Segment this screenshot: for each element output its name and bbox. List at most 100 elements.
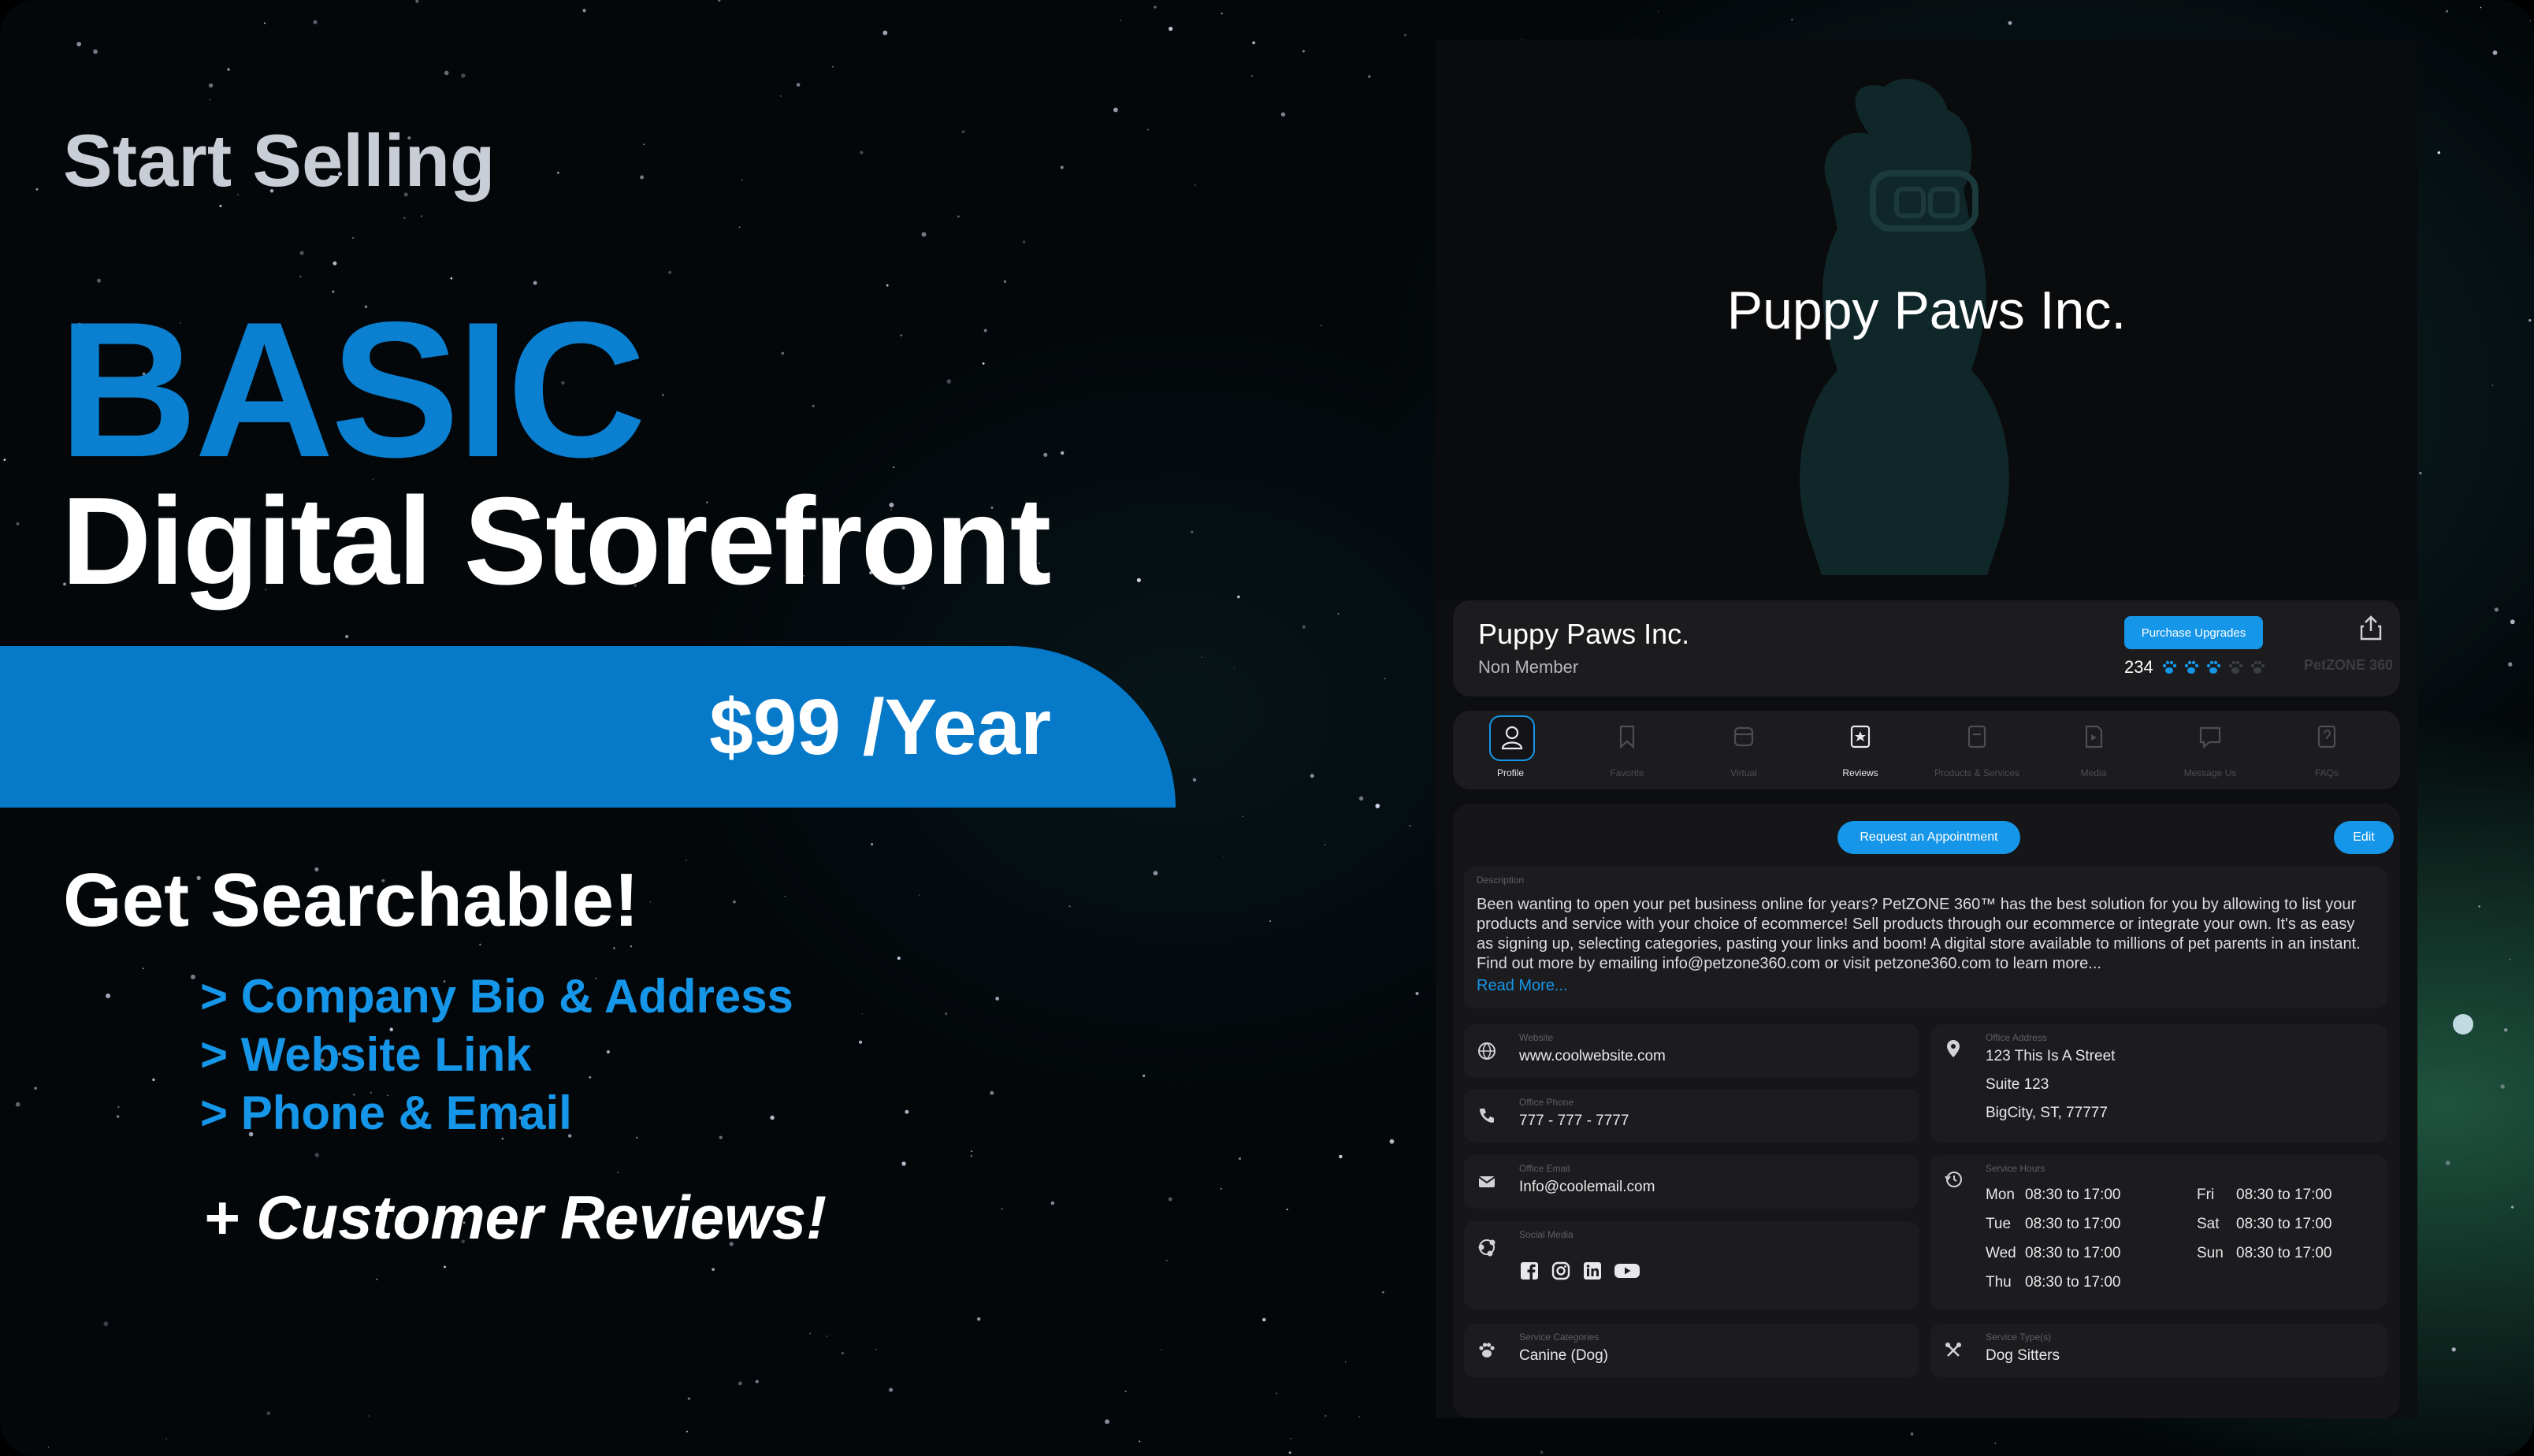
- phone-icon: [1480, 1109, 1494, 1123]
- hours-day: Sat: [2197, 1216, 2220, 1232]
- categories-value: Canine (Dog): [1519, 1347, 1608, 1364]
- searchable-heading: Get Searchable!: [63, 858, 639, 942]
- hours-time: 08:30 to 17:00: [2025, 1245, 2121, 1261]
- email-value[interactable]: Info@coolemail.com: [1519, 1179, 1655, 1196]
- facebook-icon[interactable]: [1519, 1261, 1540, 1281]
- hours-day: Sun: [2197, 1245, 2224, 1261]
- product-heading: Digital Storefront: [61, 472, 1051, 611]
- edit-button[interactable]: Edit: [2334, 821, 2394, 854]
- hours-time: 08:30 to 17:00: [2025, 1216, 2121, 1232]
- phone-label: Office Phone: [1519, 1097, 1574, 1108]
- email-label: Office Email: [1519, 1163, 1570, 1174]
- review-count: 234: [2124, 657, 2153, 677]
- faq-icon: [2317, 725, 2336, 748]
- categories-label: Service Categories: [1519, 1332, 1600, 1343]
- address-line-1: 123 This Is A Street: [1986, 1048, 2116, 1064]
- social-media-field: Social Media: [1464, 1221, 1919, 1309]
- address-line-2: Suite 123: [1986, 1076, 2049, 1093]
- tab-media[interactable]: Media: [2042, 717, 2145, 783]
- description-label: Description: [1477, 875, 1525, 886]
- website-label: Website: [1519, 1032, 1554, 1043]
- hero-banner: Puppy Paws Inc.: [1436, 39, 2417, 599]
- service-hours-field: Service Hours Mon 08:30 to 17:00 Tue 08:…: [1930, 1155, 2387, 1309]
- linkedin-icon[interactable]: [1582, 1261, 1603, 1281]
- description-panel: Description Been wanting to open your pe…: [1464, 867, 2387, 1008]
- feature-item: > Company Bio & Address: [200, 970, 793, 1023]
- store-icon: [1967, 725, 1986, 748]
- membership-status: Non Member: [1478, 657, 1579, 677]
- service-types-field: Service Type(s) Dog Sitters: [1930, 1324, 2387, 1377]
- read-more-link[interactable]: Read More...: [1477, 977, 1568, 995]
- profile-details: Request an Appointment Edit Description …: [1453, 804, 2400, 1418]
- office-address-field: Office Address 123 This Is A Street Suit…: [1930, 1024, 2387, 1142]
- hours-time: 08:30 to 17:00: [2236, 1216, 2332, 1232]
- request-appointment-button[interactable]: Request an Appointment: [1837, 821, 2020, 854]
- location-pin-icon: [1947, 1040, 1960, 1057]
- tab-faqs[interactable]: FAQs: [2276, 717, 2378, 783]
- mail-icon: [1478, 1176, 1496, 1187]
- person-icon: [1489, 715, 1535, 761]
- purchase-upgrades-button[interactable]: Purchase Upgrades: [2124, 616, 2263, 649]
- globe-icon: [1478, 1042, 1496, 1060]
- tab-virtual[interactable]: Virtual: [1692, 717, 1795, 783]
- tab-message-us[interactable]: Message Us: [2159, 717, 2261, 783]
- reviews-callout: + Customer Reviews!: [203, 1183, 827, 1252]
- hours-label: Service Hours: [1986, 1163, 2045, 1174]
- vr-icon: [1733, 726, 1754, 747]
- phone-field: Office Phone 777 - 777 - 7777: [1464, 1089, 1919, 1142]
- address-line-3: BigCity, ST, 77777: [1986, 1105, 2108, 1121]
- phone-value[interactable]: 777 - 777 - 7777: [1519, 1112, 1629, 1130]
- rating-paw-icon: [2250, 660, 2265, 674]
- tab-products-services[interactable]: Products & Services: [1926, 717, 2028, 783]
- tab-profile[interactable]: Profile: [1459, 715, 1562, 783]
- hours-day: Thu: [1986, 1274, 2012, 1291]
- clock-history-icon: [1945, 1172, 1962, 1187]
- star-note-icon: [1850, 725, 1871, 748]
- tab-label: Products & Services: [1934, 767, 2020, 778]
- social-label: Social Media: [1519, 1229, 1574, 1240]
- instagram-icon[interactable]: [1551, 1261, 1571, 1281]
- types-value: Dog Sitters: [1986, 1347, 2060, 1364]
- promo-banner: Start Selling BASIC Digital Storefront $…: [0, 0, 2534, 1456]
- share-network-icon: [1478, 1239, 1496, 1257]
- email-field: Office Email Info@coolemail.com: [1464, 1155, 1919, 1209]
- rating-paw-icon: [2162, 660, 2177, 674]
- tab-label: FAQs: [2314, 767, 2339, 778]
- hero-title: Puppy Paws Inc.: [1726, 280, 2127, 340]
- feature-list: > Company Bio & Address > Website Link >…: [200, 968, 793, 1142]
- paw-icon: [1479, 1343, 1495, 1358]
- tab-reviews[interactable]: Reviews: [1809, 717, 1912, 783]
- rating-paw-icon: [2206, 660, 2221, 674]
- address-label: Office Address: [1986, 1032, 2047, 1043]
- profile-tabs: Profile Favorite Virtual Reviews Product…: [1453, 711, 2400, 789]
- rating-paw-icon: [2228, 660, 2243, 674]
- hours-time: 08:30 to 17:00: [2236, 1187, 2332, 1203]
- feature-item: > Website Link: [200, 1028, 532, 1081]
- price-band: $99 /Year: [0, 646, 1176, 808]
- share-icon[interactable]: [2359, 615, 2383, 641]
- business-name: Puppy Paws Inc.: [1478, 618, 1690, 650]
- rating-paws: [2162, 660, 2265, 674]
- tab-favorite[interactable]: Favorite: [1576, 717, 1678, 783]
- hours-day: Wed: [1986, 1245, 2016, 1261]
- kicker-heading: Start Selling: [63, 119, 496, 202]
- website-field: Website www.coolwebsite.com: [1464, 1024, 1919, 1078]
- hours-day: Tue: [1986, 1216, 2012, 1232]
- message-icon: [2199, 726, 2221, 749]
- business-header: Puppy Paws Inc. Non Member Purchase Upgr…: [1453, 600, 2400, 696]
- brand-logo: PetZONE 360: [2304, 657, 2394, 673]
- tab-label: Media: [2080, 767, 2107, 778]
- hours-day: Mon: [1986, 1187, 2015, 1203]
- tools-icon: [1945, 1343, 1961, 1357]
- youtube-icon[interactable]: [1614, 1261, 1640, 1281]
- website-value[interactable]: www.coolwebsite.com: [1519, 1048, 1666, 1065]
- price-label: $99 /Year: [709, 683, 1051, 771]
- tab-label: Reviews: [1842, 767, 1878, 778]
- tab-label: Profile: [1496, 767, 1524, 778]
- plan-heading: BASIC: [58, 281, 646, 497]
- service-categories-field: Service Categories Canine (Dog): [1464, 1324, 1919, 1377]
- hours-day: Fri: [2197, 1187, 2215, 1203]
- media-icon: [2085, 725, 2103, 748]
- hours-time: 08:30 to 17:00: [2236, 1245, 2332, 1261]
- description-text: Been wanting to open your pet business o…: [1477, 896, 2361, 972]
